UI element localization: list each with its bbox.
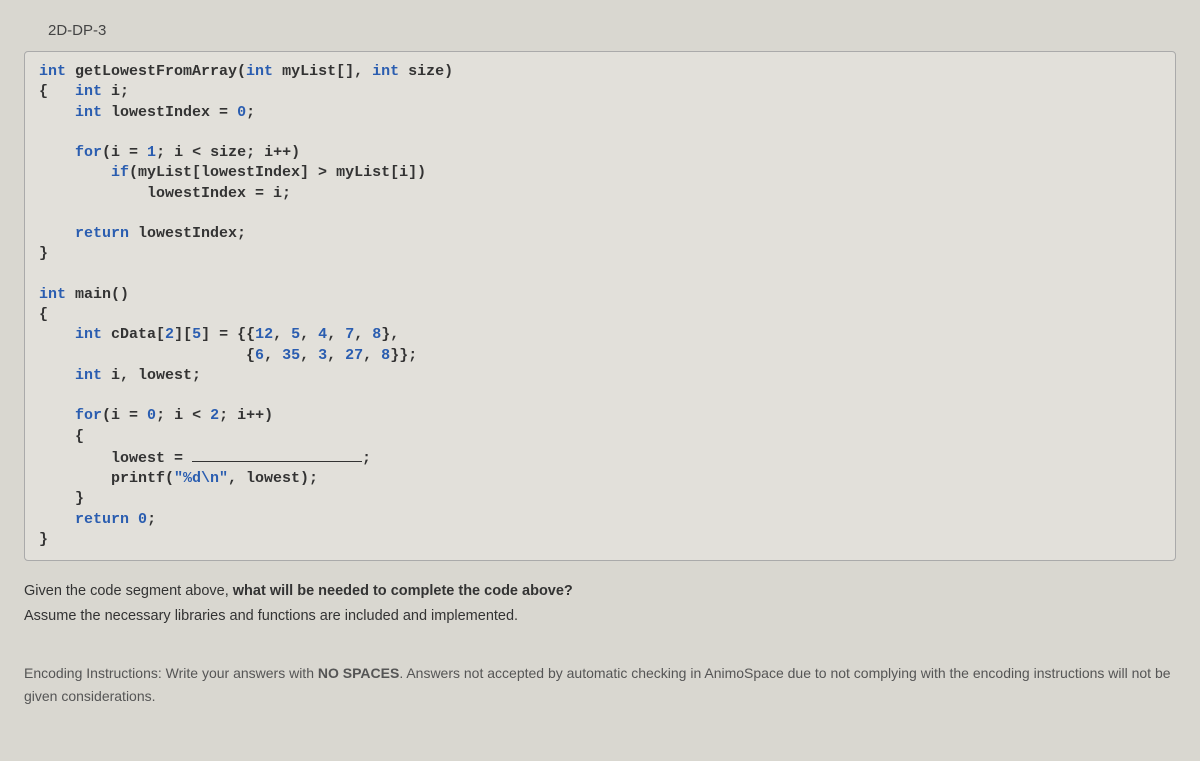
instructions-label: Encoding Instructions: xyxy=(24,665,166,681)
fill-in-blank xyxy=(192,447,362,462)
question-line1a: Given the code segment above, xyxy=(24,583,233,599)
instructions-t1: Write your answers with xyxy=(166,665,318,681)
instructions-nospaces: NO SPACES xyxy=(318,665,399,681)
code-content: int getLowestFromArray(int myList[], int… xyxy=(39,62,1161,550)
question-text: Given the code segment above, what will … xyxy=(24,579,1176,628)
encoding-instructions: Encoding Instructions: Write your answer… xyxy=(24,662,1176,707)
question-line2: Assume the necessary libraries and funct… xyxy=(24,604,1176,629)
question-line1b: what will be needed to complete the code… xyxy=(233,583,573,599)
question-id: 2D-DP-3 xyxy=(48,22,1180,39)
code-block: int getLowestFromArray(int myList[], int… xyxy=(24,51,1176,561)
